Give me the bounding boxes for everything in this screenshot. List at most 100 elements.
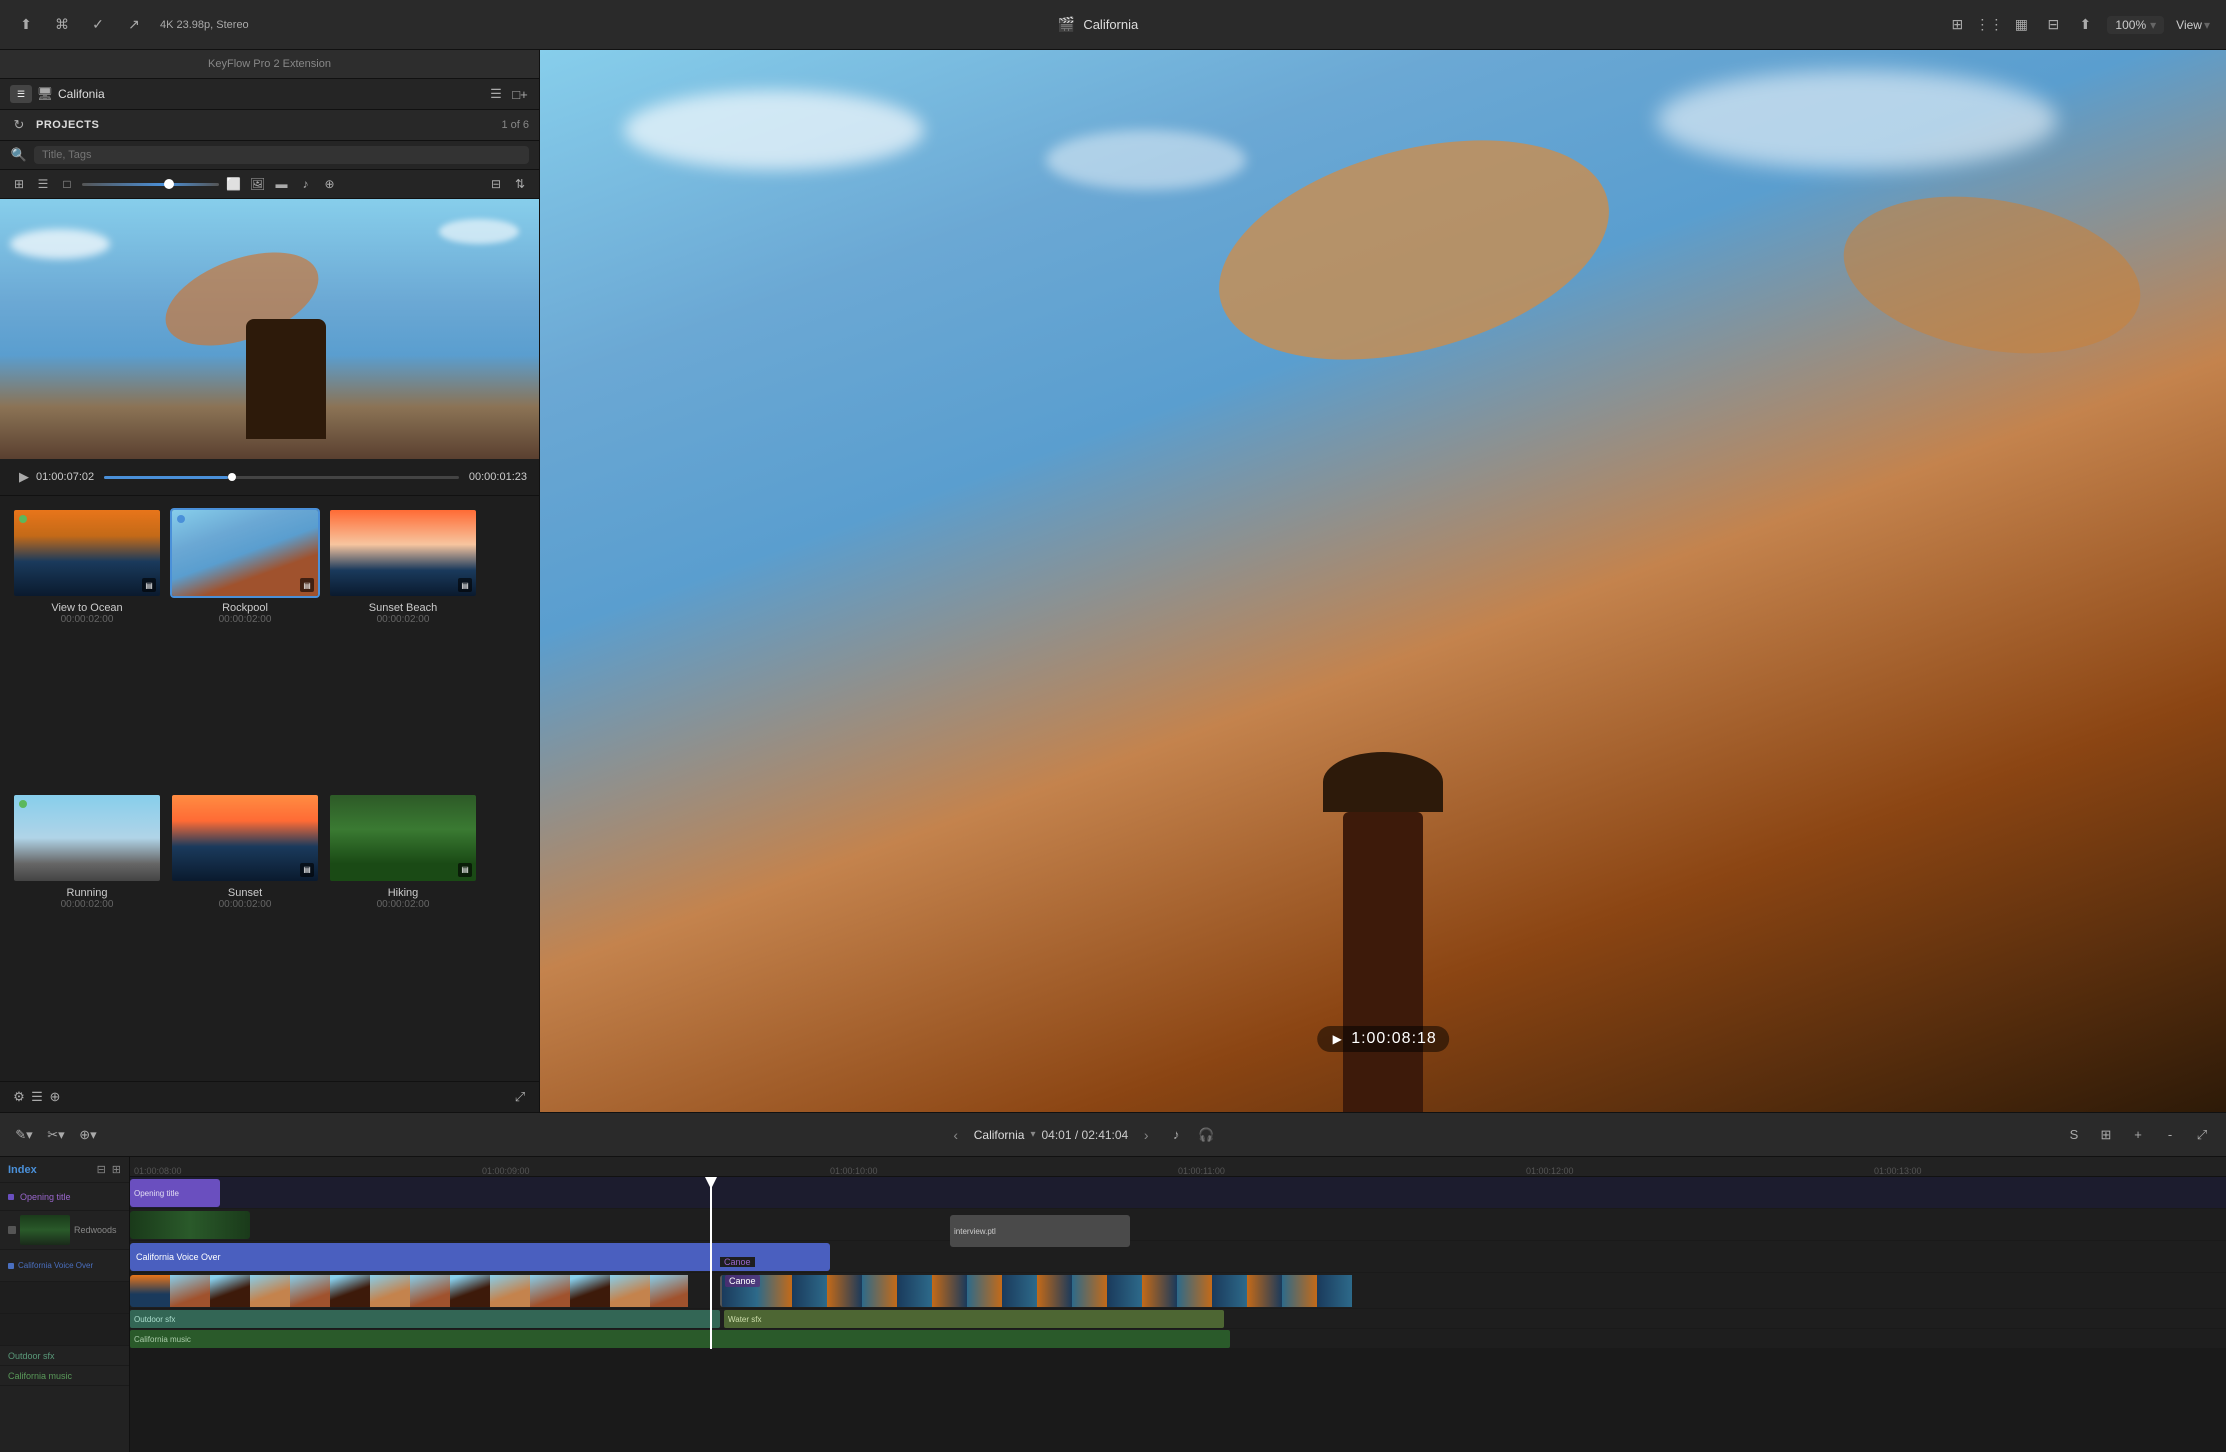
clip-duration: 00:00:02:00	[170, 899, 320, 910]
playhead[interactable]	[710, 1177, 712, 1349]
list-view-icon[interactable]: ☰	[487, 85, 505, 103]
add-clip-icon[interactable]: □+	[511, 85, 529, 103]
monitor-title: Califonia	[58, 87, 105, 101]
size-slider[interactable]	[82, 183, 219, 186]
clip-bg	[14, 795, 160, 881]
clip-opening-label: Opening title	[134, 1189, 179, 1198]
clip-opening-title[interactable]: Opening title	[130, 1179, 220, 1207]
audio-filter-icon[interactable]: ♪	[297, 175, 315, 193]
large-thumb-btn[interactable]: ⬜	[225, 175, 243, 193]
figure-head	[1323, 752, 1443, 812]
inspector-icon[interactable]: ⊟	[2043, 15, 2063, 35]
index-tab[interactable]: Index	[8, 1164, 37, 1176]
index-action-1[interactable]: ⊟	[97, 1163, 106, 1176]
frame-7	[370, 1275, 410, 1307]
clip-bg	[172, 510, 318, 596]
kf-settings-icon[interactable]: ⚙	[10, 1088, 28, 1106]
track-ca-vo: California Voice Over	[130, 1241, 2226, 1273]
solo-btn[interactable]: S	[2062, 1123, 2086, 1147]
frame-10	[490, 1275, 530, 1307]
app-title: California	[1083, 17, 1138, 32]
timeline-toolbar-right: S ⊞ + - ⤢	[2062, 1123, 2214, 1147]
transform-btn[interactable]: ⊕▾	[76, 1123, 100, 1147]
zoom-value: 100%	[2115, 18, 2146, 32]
blade-tool-btn[interactable]: ✂▾	[44, 1123, 68, 1147]
sidebar-toggle-icon[interactable]: ☰	[10, 85, 32, 103]
editor-icon[interactable]: ▦	[2011, 15, 2031, 35]
frame-2	[170, 1275, 210, 1307]
search-input[interactable]	[34, 146, 529, 164]
ruler-mark-1: 01:00:08:00	[134, 1166, 482, 1176]
track-redwoods	[130, 1209, 2226, 1241]
check-icon[interactable]: ✓	[88, 15, 108, 35]
cf-17	[1282, 1275, 1317, 1307]
track-color-opening	[8, 1194, 14, 1200]
index-action-2[interactable]: ⊞	[112, 1163, 121, 1176]
search-bar: 🔍	[0, 141, 539, 170]
clip-ca-music[interactable]: California music	[130, 1330, 1230, 1348]
clip-duration: 00:00:02:00	[170, 614, 320, 625]
hierarchy-icon[interactable]: ⊕	[321, 175, 339, 193]
clip-name: Sunset	[170, 887, 320, 899]
size-slider-thumb[interactable]	[164, 179, 174, 189]
grid-icon[interactable]: ⋮⋮	[1979, 15, 1999, 35]
frame-8	[410, 1275, 450, 1307]
next-sequence-btn[interactable]: ›	[1134, 1123, 1158, 1147]
tools-dropdown-btn[interactable]: ✎▾	[12, 1123, 36, 1147]
clip-item-sunset-beach[interactable]: ▤ Sunset Beach 00:00:02:00	[328, 508, 478, 785]
clip-redwoods[interactable]	[130, 1211, 250, 1239]
redwoods-thumb-bg	[20, 1215, 70, 1245]
view-button[interactable]: View ▾	[2176, 18, 2210, 32]
clip-interview[interactable]: interview.ptl	[950, 1215, 1130, 1247]
ruler-mark-5: 01:00:12:00	[1526, 1166, 1874, 1176]
play-button[interactable]: ▶	[12, 465, 36, 489]
zoom-control[interactable]: 100% ▾	[2107, 16, 2164, 34]
small-thumb-btn[interactable]: □	[58, 175, 76, 193]
clip-item-running[interactable]: Running 00:00:02:00	[12, 793, 162, 1070]
kf-share-icon[interactable]: ⊕	[46, 1088, 64, 1106]
list-view-btn[interactable]: ☰	[34, 175, 52, 193]
track-name-outdoor: Outdoor sfx	[8, 1351, 55, 1361]
clip-item-hiking[interactable]: ▤ Hiking 00:00:02:00	[328, 793, 478, 1070]
clip-item-rockpool[interactable]: ▤ Rockpool 00:00:02:00	[170, 508, 320, 785]
import-icon[interactable]: ⬆	[16, 15, 36, 35]
export-icon[interactable]: ⬆	[2075, 15, 2095, 35]
clip-water-sfx[interactable]: Water sfx	[724, 1310, 1224, 1328]
audio-meter-icon[interactable]: ♪	[1164, 1123, 1188, 1147]
canoe-filmstrip[interactable]	[720, 1275, 1720, 1307]
preview-progress-thumb[interactable]	[228, 473, 236, 481]
preview-progress-fill	[104, 476, 228, 479]
timeline-tracks[interactable]: 01:00:08:00 01:00:09:00 01:00:10:00 01:0…	[130, 1157, 2226, 1452]
key-icon[interactable]: ⌘	[52, 15, 72, 35]
main-play-button[interactable]: ▶	[1329, 1031, 1345, 1047]
refresh-icon[interactable]: ↻	[10, 116, 28, 134]
frame-12	[570, 1275, 610, 1307]
clip-name: Sunset Beach	[328, 602, 478, 614]
snapping-btn[interactable]: ⊞	[2094, 1123, 2118, 1147]
share-icon[interactable]: ↗	[124, 15, 144, 35]
sequence-dropdown-icon[interactable]: ▾	[1030, 1129, 1035, 1140]
prev-sequence-btn[interactable]: ‹	[944, 1123, 968, 1147]
clip-item-sunset[interactable]: ▤ Sunset 00:00:02:00	[170, 793, 320, 1070]
zoom-out-btn[interactable]: -	[2158, 1123, 2182, 1147]
kf-list-icon[interactable]: ☰	[28, 1088, 46, 1106]
zoom-in-btn[interactable]: +	[2126, 1123, 2150, 1147]
expand-timeline-btn[interactable]: ⤢	[2190, 1123, 2214, 1147]
headphones-icon[interactable]: 🎧	[1194, 1123, 1218, 1147]
clip-bg	[330, 510, 476, 596]
sort-btn[interactable]: ⊟	[487, 175, 505, 193]
browser-toggle-icon[interactable]: ⊞	[1947, 15, 1967, 35]
video-filmstrip[interactable]	[130, 1275, 718, 1307]
clip-status-dot	[177, 515, 185, 523]
clip-outdoor-sfx[interactable]: Outdoor sfx	[130, 1310, 720, 1328]
grid-view-btn[interactable]: ⊞	[10, 175, 28, 193]
track-dot-redwoods	[8, 1226, 16, 1234]
photo-filter-icon[interactable]: 🖼	[249, 175, 267, 193]
track-name-ca-vo: California Voice Over	[18, 1261, 93, 1270]
clip-item-view-to-ocean[interactable]: ▤ View to Ocean 00:00:02:00	[12, 508, 162, 785]
clip-badge: ▤	[300, 863, 314, 877]
kf-expand-icon[interactable]: ⤢	[511, 1088, 529, 1106]
video-filter-icon[interactable]: ▬	[273, 175, 291, 193]
filter-btn[interactable]: ⇅	[511, 175, 529, 193]
preview-progress-bar[interactable]	[104, 476, 459, 479]
